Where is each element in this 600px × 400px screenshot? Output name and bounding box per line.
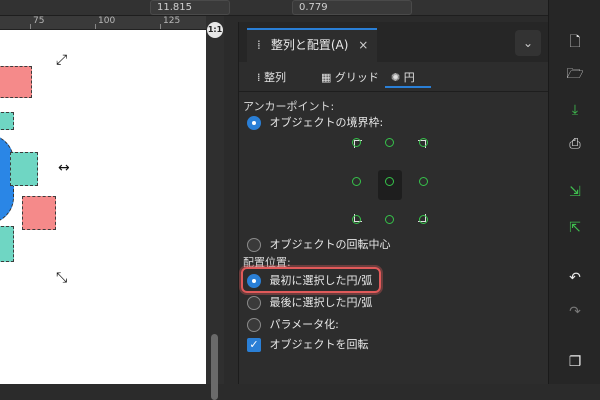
chevron-down-icon[interactable]: ⌄ (515, 30, 541, 56)
anchor-dot[interactable] (385, 215, 394, 224)
save-icon[interactable]: ⤓ (561, 98, 589, 122)
align-icon: ⁞ (257, 71, 261, 84)
import-icon[interactable]: ⇲ (561, 180, 589, 204)
radio-label: 最後に選択した円/弧 (269, 296, 373, 309)
placement-last-option[interactable]: 最後に選択した円/弧 (247, 294, 372, 312)
anchor-rotation-option[interactable]: オブジェクトの回転中心 (247, 236, 391, 254)
radio-label: オブジェクトの回転中心 (269, 238, 391, 251)
subtab-bar: ⁞ 整列 ▦ グリッド ✺ 円 (239, 62, 549, 92)
radio-label: オブジェクトの境界枠: (269, 116, 384, 129)
scrollbar-thumb[interactable] (211, 334, 218, 400)
resize-handle-icon[interactable]: ⤢ (56, 52, 67, 68)
duplicate-icon[interactable]: ❐ (561, 350, 589, 374)
anchor-dot[interactable] (419, 215, 428, 224)
anchor-dot[interactable] (352, 177, 361, 186)
placement-parametric-option[interactable]: パラメータ化: (247, 316, 339, 334)
resize-handle-icon[interactable]: ↔ (58, 160, 70, 176)
radio-button[interactable] (247, 116, 261, 130)
x-coordinate-value: 11.815 (157, 2, 192, 13)
print-icon[interactable]: ⎙ (561, 132, 589, 156)
ruler-mark (95, 24, 96, 29)
drawing-canvas[interactable]: ⤢ ↔ ⤡ (0, 30, 206, 384)
tab-align[interactable]: ⁞ 整列 (251, 66, 292, 88)
radio-button[interactable] (247, 274, 261, 288)
resize-handle-icon[interactable]: ⤡ (56, 270, 67, 286)
ruler-mark (30, 24, 31, 29)
tab-label: グリッド (334, 71, 379, 84)
ruler-mark (160, 24, 161, 29)
panel-header: ⁞ 整列と配置(A) × ⌄ (239, 22, 549, 62)
radio-button[interactable] (247, 238, 261, 252)
radio-label: パラメータ化: (269, 318, 339, 331)
ruler-tick-label: 125 (163, 16, 181, 26)
rotate-objects-checkbox[interactable]: ✓ オブジェクトを回転 (247, 336, 369, 354)
grip-icon: ⁞ (257, 38, 261, 52)
checkbox-label: オブジェクトを回転 (269, 338, 369, 351)
tab-label: 整列 (264, 71, 286, 84)
anchor-dot[interactable] (419, 177, 428, 186)
new-document-icon[interactable]: 🗋 (561, 30, 589, 54)
pink-square[interactable] (0, 66, 32, 98)
redo-icon[interactable]: ↷ (561, 300, 589, 324)
x-coordinate-field[interactable]: 11.815 (150, 0, 230, 15)
y-coordinate-value: 0.779 (299, 2, 328, 13)
panel-title: 整列と配置(A) (270, 38, 349, 52)
circle-dots-icon: ✺ (391, 71, 401, 84)
tab-circle[interactable]: ✺ 円 (385, 66, 431, 88)
ruler-tick-label: 100 (98, 16, 116, 26)
ruler-tick-label: 75 (33, 16, 45, 26)
teal-square[interactable] (0, 226, 14, 262)
vertical-scrollbar[interactable] (206, 16, 224, 400)
radio-label: 最初に選択した円/弧 (269, 274, 373, 287)
anchor-bbox-option[interactable]: オブジェクトの境界枠: (247, 114, 383, 132)
anchor-dot[interactable] (419, 138, 428, 147)
radio-button[interactable] (247, 296, 261, 310)
anchor-dot[interactable] (352, 138, 361, 147)
anchor-dot[interactable] (352, 215, 361, 224)
open-folder-icon[interactable]: 🗁 (561, 62, 589, 86)
commands-toolbar: 🗋 🗁 ⤓ ⎙ ⇲ ⇱ ↶ ↷ ❐ (548, 0, 600, 384)
horizontal-ruler: 75 100 125 (0, 16, 206, 30)
radio-button[interactable] (247, 318, 261, 332)
anchor-dot[interactable] (385, 138, 394, 147)
panel-tab-align[interactable]: ⁞ 整列と配置(A) × (247, 28, 377, 62)
teal-square[interactable] (0, 112, 14, 130)
grid-icon: ▦ (321, 71, 332, 84)
anchor-point-grid[interactable] (352, 138, 428, 224)
close-icon[interactable]: × (358, 38, 368, 52)
export-icon[interactable]: ⇱ (561, 216, 589, 240)
top-toolbar: 11.815 0.779 (0, 0, 600, 16)
pink-square[interactable] (22, 196, 56, 230)
anchor-dot[interactable] (385, 177, 394, 186)
tab-label: 円 (403, 71, 415, 84)
undo-icon[interactable]: ↶ (561, 266, 589, 290)
tab-grid[interactable]: ▦ グリッド (315, 66, 385, 88)
placement-first-option[interactable]: 最初に選択した円/弧 (247, 272, 372, 290)
checkmark-icon[interactable]: ✓ (247, 338, 261, 352)
y-coordinate-field[interactable]: 0.779 (292, 0, 412, 15)
teal-square[interactable] (10, 152, 38, 186)
zoom-badge[interactable]: 1:1 (207, 22, 223, 38)
anchor-point-label: アンカーポイント: (243, 100, 335, 113)
align-distribute-panel: ⁞ 整列と配置(A) × ⌄ ⁞ 整列 ▦ グリッド ✺ 円 アンカーポイント:… (238, 22, 549, 384)
